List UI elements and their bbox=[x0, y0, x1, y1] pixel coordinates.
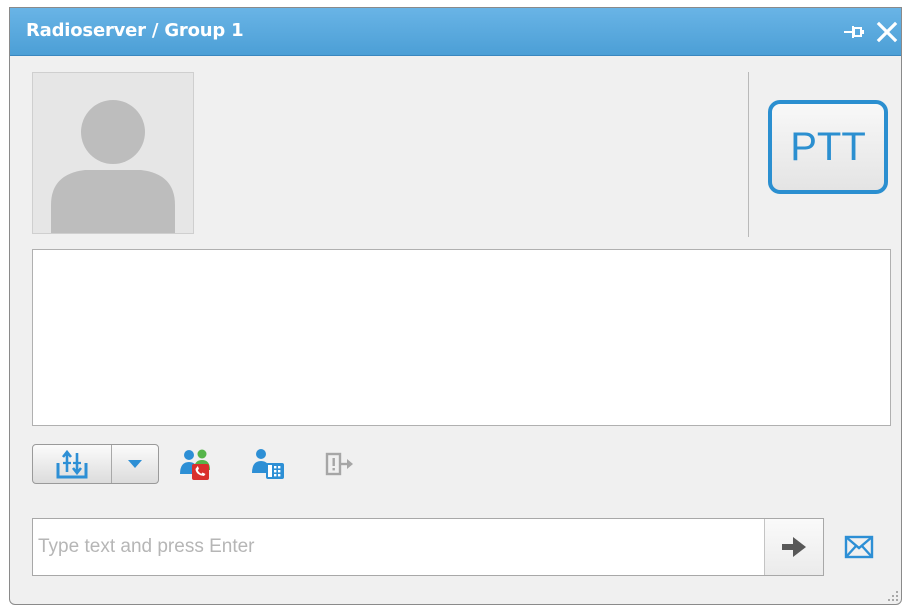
vertical-divider bbox=[748, 72, 749, 237]
transfer-split-button[interactable] bbox=[32, 444, 159, 484]
close-icon[interactable] bbox=[875, 20, 899, 44]
window-title: Radioserver / Group 1 bbox=[26, 20, 244, 41]
user-silhouette-icon bbox=[51, 100, 175, 233]
envelope-icon[interactable] bbox=[844, 535, 874, 559]
message-input-box bbox=[32, 518, 824, 576]
arrow-right-icon bbox=[782, 537, 806, 557]
message-input[interactable] bbox=[33, 519, 763, 575]
user-phone-icon[interactable] bbox=[251, 448, 285, 480]
avatar bbox=[32, 72, 194, 234]
pin-icon[interactable] bbox=[842, 20, 866, 44]
transfer-channel-icon bbox=[56, 449, 88, 479]
send-button[interactable] bbox=[764, 519, 823, 575]
ptt-button[interactable]: PTT bbox=[768, 100, 888, 194]
dropdown-arrow-icon bbox=[128, 460, 142, 468]
transfer-button[interactable] bbox=[33, 445, 112, 483]
exit-icon[interactable] bbox=[324, 448, 358, 480]
group-call-icon[interactable] bbox=[178, 448, 212, 480]
message-history[interactable] bbox=[32, 249, 891, 426]
title-bar[interactable]: Radioserver / Group 1 bbox=[10, 8, 901, 56]
transfer-dropdown-button[interactable] bbox=[112, 445, 158, 483]
dispatch-window: Radioserver / Group 1 PTT bbox=[9, 7, 902, 605]
resize-grip-icon[interactable] bbox=[886, 588, 900, 602]
